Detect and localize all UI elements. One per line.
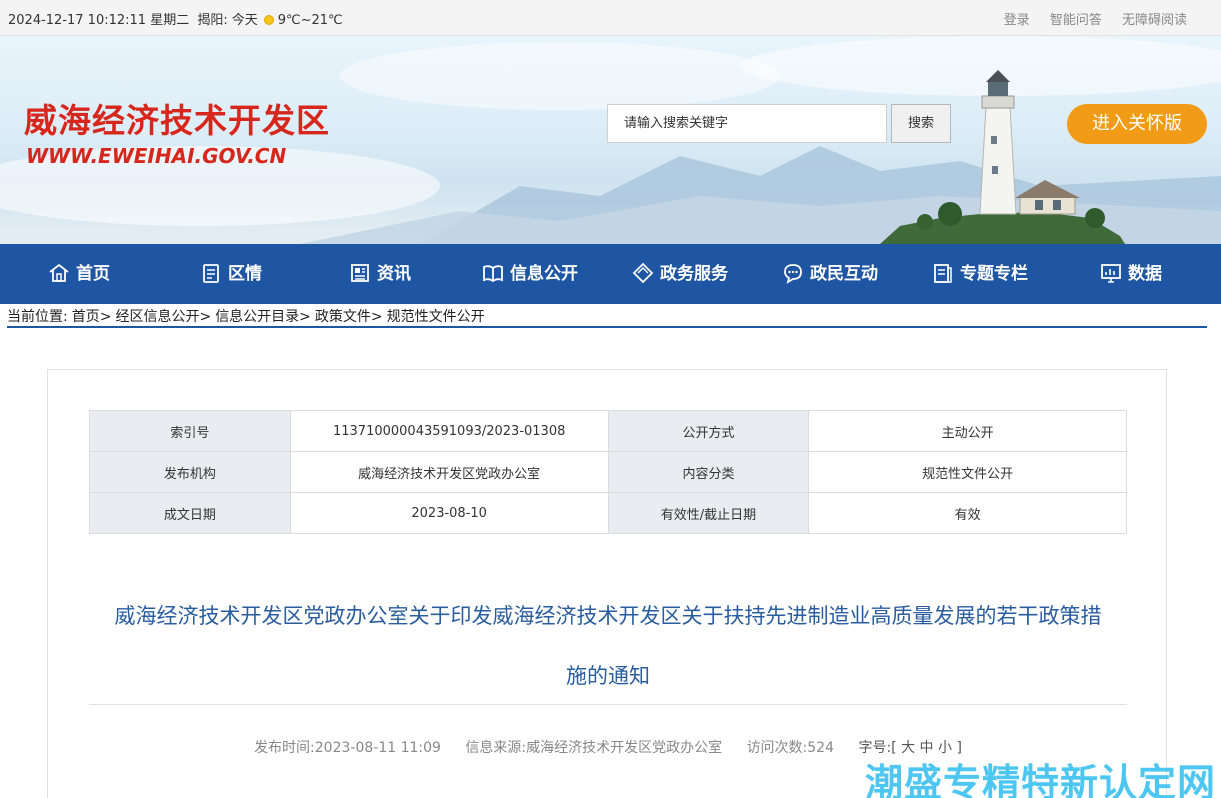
chat-icon bbox=[784, 264, 802, 284]
sunny-icon bbox=[263, 15, 274, 25]
search-button[interactable]: 搜索 bbox=[891, 104, 951, 143]
article-title-line2: 施的通知 bbox=[566, 664, 650, 688]
chart-icon bbox=[1101, 264, 1121, 283]
temperature: 9℃~21℃ bbox=[277, 13, 343, 28]
nav-label: 数据 bbox=[1128, 264, 1162, 284]
watermark-text: 潮盛专精特新认定网 bbox=[865, 761, 1217, 798]
publish-time: 发布时间:2023-08-11 11:09 bbox=[254, 740, 441, 756]
nav-label: 政务服务 bbox=[660, 264, 728, 284]
search-input[interactable]: 请输入搜索关键字 bbox=[607, 104, 887, 143]
main-nav: 首页 区情 资讯 信息公开 政务服务 政民互动 专题专栏 数据 bbox=[0, 244, 1221, 304]
nav-label: 资讯 bbox=[377, 264, 411, 284]
today-label: 今天 bbox=[231, 13, 258, 28]
smart-qa-link[interactable]: 智能问答 bbox=[1050, 13, 1102, 28]
meta-value: 2023-08-10 bbox=[289, 492, 609, 534]
breadcrumb: 当前位置: 首页> 经区信息公开> 信息公开目录> 政策文件> 规范性文件公开 bbox=[7, 306, 1207, 328]
meta-value: 威海经济技术开发区党政办公室 bbox=[289, 451, 609, 493]
meta-key: 公开方式 bbox=[607, 410, 810, 452]
meta-key: 有效性/截止日期 bbox=[607, 492, 810, 534]
nav-item-info-disclosure[interactable]: 信息公开 bbox=[482, 244, 578, 304]
info-source: 信息来源:威海经济技术开发区党政办公室 bbox=[465, 740, 723, 756]
news-icon bbox=[351, 264, 369, 282]
table-row: 发布机构 威海经济技术开发区党政办公室 内容分类 规范性文件公开 bbox=[89, 451, 1127, 493]
care-version-button[interactable]: 进入关怀版 bbox=[1067, 104, 1207, 144]
diamond-icon bbox=[632, 262, 654, 284]
book-icon bbox=[483, 265, 503, 283]
location-label: 揭阳: bbox=[197, 13, 228, 28]
nav-item-news[interactable]: 资讯 bbox=[349, 244, 411, 304]
top-bar: 2024-12-17 10:12:11 星期二 揭阳: 今天 9℃~21℃ 登录 智… bbox=[0, 0, 1221, 36]
document-icon bbox=[203, 264, 219, 283]
table-row: 索引号 113710000043591093/2023-01308 公开方式 主… bbox=[89, 410, 1127, 452]
breadcrumb-normative[interactable]: 规范性文件公开 bbox=[387, 309, 485, 325]
login-link[interactable]: 登录 bbox=[1004, 13, 1030, 28]
site-logo-title[interactable]: 威海经济技术开发区 bbox=[24, 94, 330, 142]
nav-item-district[interactable]: 区情 bbox=[200, 244, 262, 304]
article-title-line1: 威海经济技术开发区党政办公室关于印发威海经济技术开发区关于扶持先进制造业高质量发… bbox=[114, 604, 1102, 628]
divider bbox=[89, 704, 1127, 705]
metadata-table: 索引号 113710000043591093/2023-01308 公开方式 主… bbox=[89, 410, 1127, 534]
nav-label: 首页 bbox=[76, 264, 110, 284]
meta-value: 规范性文件公开 bbox=[808, 451, 1127, 493]
nav-item-data[interactable]: 数据 bbox=[1100, 244, 1162, 304]
header-banner: 威海经济技术开发区 WWW.EWEIHAI.GOV.CN 请输入搜索关键字 搜索… bbox=[0, 36, 1221, 244]
nav-item-gov-services[interactable]: 政务服务 bbox=[632, 244, 728, 304]
meta-value: 主动公开 bbox=[808, 410, 1127, 452]
meta-key: 成文日期 bbox=[89, 492, 291, 534]
top-links: 登录 智能问答 无障碍阅读 bbox=[988, 9, 1187, 28]
nav-label: 区情 bbox=[228, 264, 262, 284]
datetime: 2024-12-17 10:12:11 星期二 bbox=[8, 13, 190, 28]
meta-key: 发布机构 bbox=[89, 451, 291, 493]
breadcrumb-policy[interactable]: 政策文件> bbox=[315, 309, 383, 325]
breadcrumb-home[interactable]: 首页> bbox=[72, 309, 112, 325]
meta-key: 内容分类 bbox=[607, 451, 810, 493]
breadcrumb-economic-zone[interactable]: 经区信息公开> bbox=[115, 309, 211, 325]
nav-item-interaction[interactable]: 政民互动 bbox=[782, 244, 878, 304]
nav-label: 信息公开 bbox=[510, 264, 578, 284]
breadcrumb-prefix: 当前位置: bbox=[7, 309, 68, 325]
column-icon bbox=[934, 264, 952, 283]
article-container: 索引号 113710000043591093/2023-01308 公开方式 主… bbox=[47, 369, 1167, 798]
meta-value: 有效 bbox=[808, 492, 1127, 534]
accessible-reading-link[interactable]: 无障碍阅读 bbox=[1122, 13, 1187, 28]
nav-item-special-topics[interactable]: 专题专栏 bbox=[932, 244, 1028, 304]
table-row: 成文日期 2023-08-10 有效性/截止日期 有效 bbox=[89, 492, 1127, 534]
meta-value: 113710000043591093/2023-01308 bbox=[289, 410, 609, 452]
nav-label: 专题专栏 bbox=[960, 264, 1028, 284]
meta-key: 索引号 bbox=[89, 410, 291, 452]
breadcrumb-catalog[interactable]: 信息公开目录> bbox=[215, 309, 311, 325]
visit-count: 访问次数:524 bbox=[746, 740, 835, 756]
nav-item-home[interactable]: 首页 bbox=[48, 244, 110, 304]
article-title: 威海经济技术开发区党政办公室关于印发威海经济技术开发区关于扶持先进制造业高质量发… bbox=[88, 586, 1128, 706]
weather-info: 2024-12-17 10:12:11 星期二 揭阳: 今天 9℃~21℃ bbox=[8, 9, 347, 28]
nav-label: 政民互动 bbox=[810, 264, 878, 284]
home-icon bbox=[49, 263, 69, 282]
site-url: WWW.EWEIHAI.GOV.CN bbox=[26, 144, 287, 168]
